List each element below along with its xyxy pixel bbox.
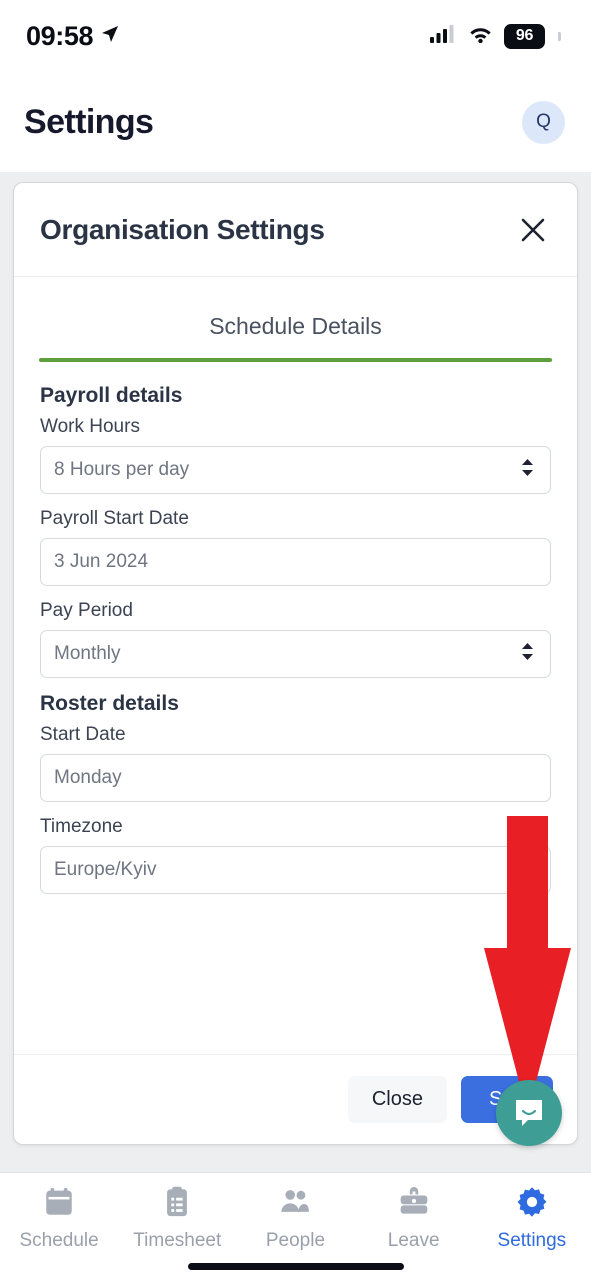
close-button[interactable]: Close [347,1076,447,1123]
modal-header: Organisation Settings [14,183,577,277]
field-value: Monthly [54,643,121,664]
field-timezone: Timezone Europe/Kyiv [40,816,551,894]
location-arrow-icon [100,24,120,49]
field-label: Start Date [40,724,126,745]
battery-cap-icon [558,31,561,41]
nav-label: People [265,1230,326,1251]
page-header: Settings Q [0,72,591,172]
battery-level: 96 [515,27,534,44]
clipboard-icon [160,1185,194,1224]
field-value: Monday [54,767,122,788]
status-bar: 09:58 96 [0,0,591,72]
field-label: Payroll Start Date [40,508,189,529]
modal-tabs: Schedule Details [14,277,577,362]
bottom-navigation: Schedule Timesheet People Leave Settings [0,1172,591,1280]
status-time: 09:58 [26,20,94,51]
field-pay-period: Pay Period Monthly [40,600,551,678]
section-roster-details: Roster details Start Date Monday Timezon… [40,692,551,894]
briefcase-icon [397,1185,431,1224]
nav-item-people[interactable]: People [239,1185,351,1252]
battery-indicator: 96 [504,23,545,49]
field-payroll-start-date: Payroll Start Date 3 Jun 2024 [40,508,551,586]
modal-body: Payroll details Work Hours 8 Hours per d… [14,362,577,894]
page-title: Settings [24,102,154,141]
timezone-select[interactable]: Europe/Kyiv [40,846,551,894]
avatar[interactable]: Q [522,100,565,144]
mobile-app-screen: 09:58 96 Settings Q Organisation Setting… [0,0,591,1280]
field-value: 3 Jun 2024 [54,551,149,572]
chevron-updown-icon [519,457,536,483]
nav-item-schedule[interactable]: Schedule [3,1185,115,1252]
chat-bubble-icon[interactable] [496,1080,562,1146]
tab-schedule-details[interactable]: Schedule Details [14,313,577,358]
nav-label: Schedule [19,1230,99,1251]
status-bar-right: 96 [430,23,561,49]
field-start-date: Start Date Monday [40,724,551,802]
cellular-signal-icon [430,24,457,48]
section-title: Payroll details [40,384,183,407]
avatar-initial: Q [536,111,551,132]
field-work-hours: Work Hours 8 Hours per day [40,416,551,494]
nav-item-timesheet[interactable]: Timesheet [121,1185,233,1252]
work-hours-select[interactable]: 8 Hours per day [40,446,551,494]
home-indicator [187,1263,404,1270]
nav-label: Timesheet [133,1230,222,1251]
calendar-icon [42,1185,76,1224]
nav-label: Leave [387,1230,440,1251]
nav-item-leave[interactable]: Leave [358,1185,470,1252]
modal-footer: Close S [14,1054,577,1144]
section-title: Roster details [40,692,179,715]
nav-label: Settings [497,1230,567,1251]
pay-period-select[interactable]: Monthly [40,630,551,678]
field-label: Pay Period [40,600,133,621]
gear-icon [515,1185,549,1224]
field-label: Timezone [40,816,123,837]
modal-title: Organisation Settings [40,213,325,245]
nav-item-settings[interactable]: Settings [476,1185,588,1252]
payroll-start-date-input[interactable]: 3 Jun 2024 [40,538,551,586]
field-value: Europe/Kyiv [54,859,157,880]
section-payroll-details: Payroll details Work Hours 8 Hours per d… [40,384,551,678]
people-icon [278,1185,312,1224]
field-value: 8 Hours per day [54,459,190,480]
field-label: Work Hours [40,416,140,437]
chevron-updown-icon [519,641,536,667]
organisation-settings-modal: Organisation Settings Schedule Details P… [13,182,578,1145]
close-icon[interactable] [515,212,551,248]
roster-start-date-select[interactable]: Monday [40,754,551,802]
wifi-icon [468,24,493,48]
status-bar-left: 09:58 [26,21,120,52]
